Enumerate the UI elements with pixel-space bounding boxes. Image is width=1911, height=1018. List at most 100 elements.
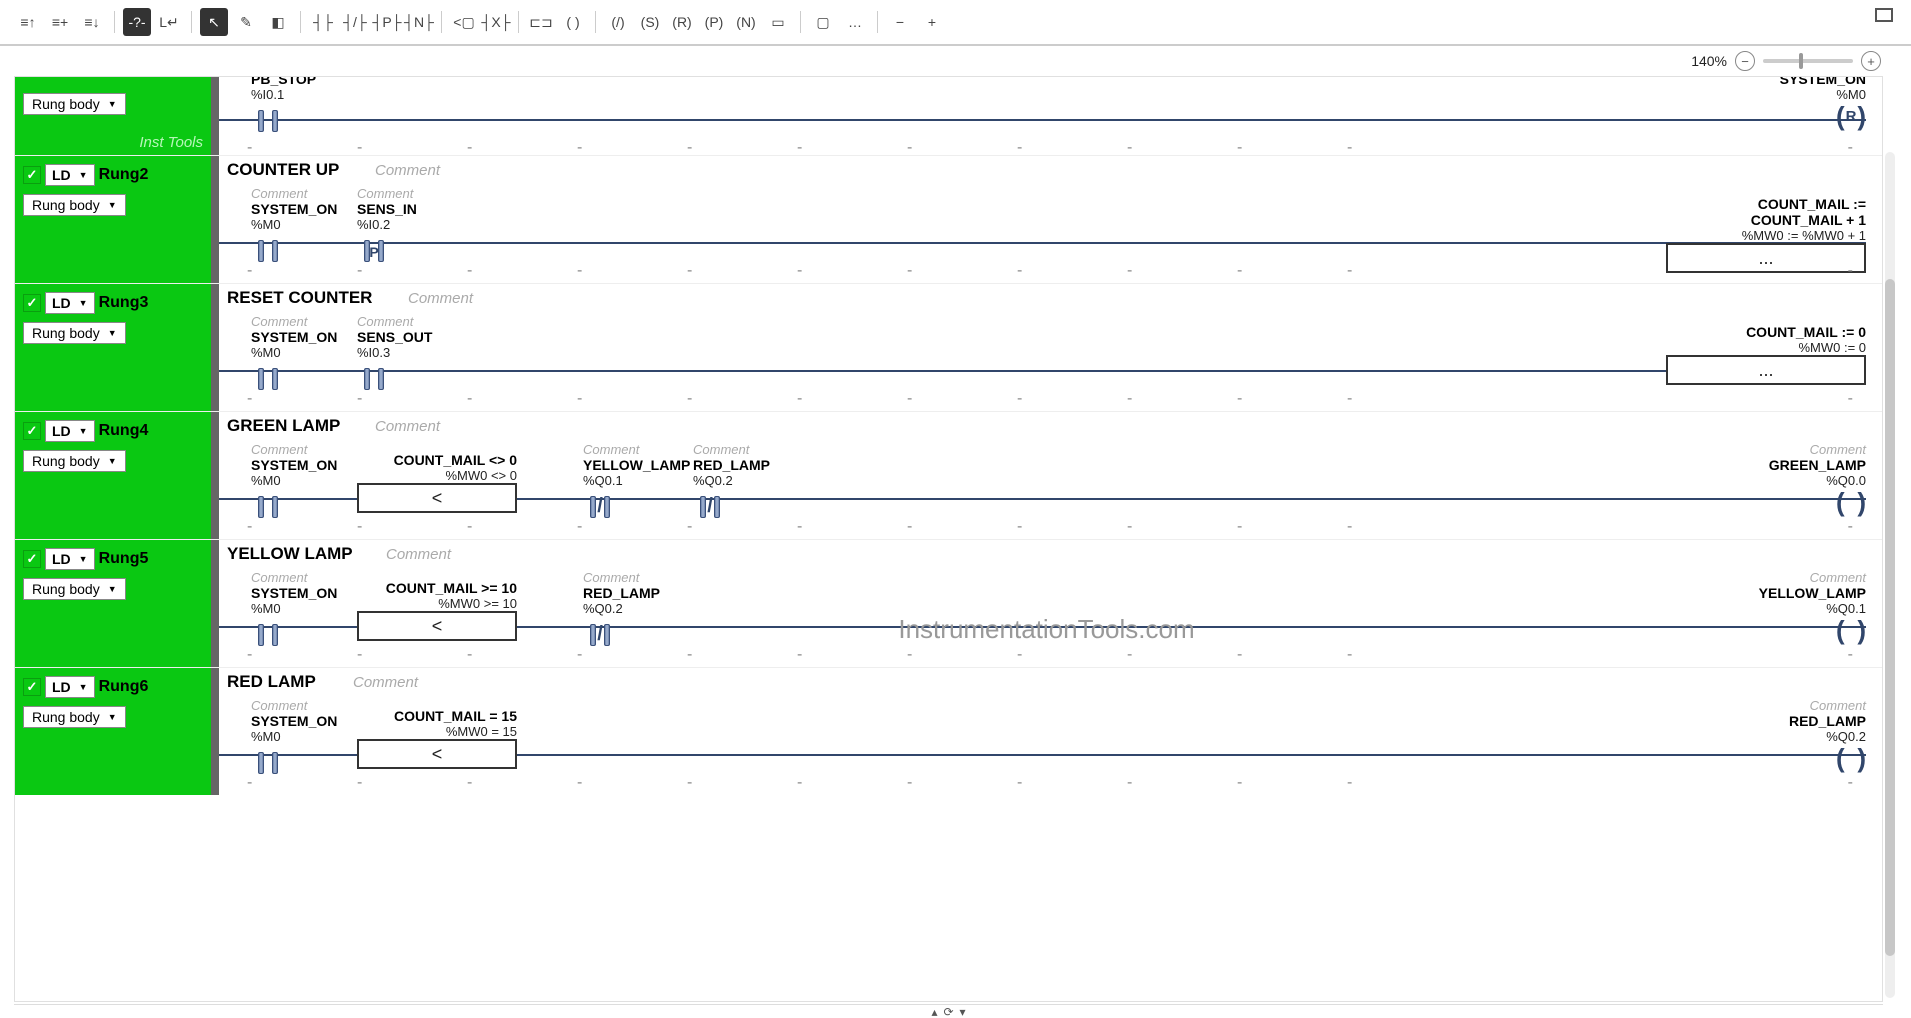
- comment-placeholder[interactable]: Comment: [251, 570, 337, 585]
- pointer-tool[interactable]: ↖: [200, 8, 228, 36]
- comment-placeholder[interactable]: Comment: [1756, 698, 1866, 713]
- rung-body-dropdown[interactable]: Rung body: [23, 450, 126, 472]
- scrollbar-thumb[interactable]: [1885, 279, 1895, 956]
- ladder-contact[interactable]: CommentSYSTEM_ON%M0: [251, 186, 337, 264]
- rung-body-dropdown[interactable]: Rung body: [23, 706, 126, 728]
- ladder-coil[interactable]: CommentGREEN_LAMP%Q0.0: [1756, 442, 1866, 514]
- rung-body-area[interactable]: RED LAMPCommentCommentSYSTEM_ON%M0COUNT_…: [211, 668, 1882, 795]
- comment-placeholder[interactable]: Comment: [357, 186, 417, 201]
- closed-contact[interactable]: ┤/├: [341, 8, 369, 36]
- ladder-contact[interactable]: PB_STOP%I0.1: [251, 76, 316, 134]
- element-label: COUNT_MAIL <> 0: [357, 452, 517, 468]
- compare-block[interactable]: <▢: [450, 8, 478, 36]
- chevron-up-icon[interactable]: ▴: [931, 1005, 937, 1018]
- neg-edge-coil[interactable]: (N): [732, 8, 760, 36]
- coil[interactable]: ( ): [559, 8, 587, 36]
- comment-placeholder[interactable]: Comment: [1756, 442, 1866, 457]
- ladder-coil[interactable]: CommentRED_LAMP%Q0.2: [1756, 698, 1866, 770]
- move-rung-up[interactable]: ≡↑: [14, 8, 42, 36]
- delete[interactable]: −: [886, 8, 914, 36]
- neg-edge-contact[interactable]: ┤N├: [405, 8, 433, 36]
- rung-section-title: RED LAMP: [227, 672, 316, 692]
- ladder-contact[interactable]: CommentSYSTEM_ON%M0: [251, 570, 337, 648]
- rung-enabled-checkbox[interactable]: ✓: [23, 166, 41, 184]
- comment-placeholder[interactable]: Comment: [251, 314, 337, 329]
- chevron-down-icon[interactable]: ▾: [960, 1005, 966, 1018]
- rung-section-comment[interactable]: Comment: [386, 546, 451, 563]
- language-dropdown[interactable]: LD: [45, 164, 95, 186]
- element-label: YELLOW_LAMP: [583, 457, 690, 473]
- comment-placeholder[interactable]: Comment: [357, 314, 432, 329]
- ladder-contact[interactable]: CommentSYSTEM_ON%M0: [251, 314, 337, 392]
- operation-block[interactable]: COUNT_MAIL := 0%MW0 := 0...: [1666, 324, 1866, 385]
- operation-block[interactable]: ▭: [764, 8, 792, 36]
- erase-tool[interactable]: ◧: [264, 8, 292, 36]
- language-dropdown[interactable]: LD: [45, 420, 95, 442]
- move-rung-down[interactable]: ≡↓: [78, 8, 106, 36]
- reset-coil[interactable]: (R): [668, 8, 696, 36]
- pos-edge-coil[interactable]: (P): [700, 8, 728, 36]
- ladder-contact[interactable]: CommentSYSTEM_ON%M0: [251, 698, 337, 776]
- rung-body-dropdown[interactable]: Rung body: [23, 322, 126, 344]
- operation-block[interactable]: COUNT_MAIL >= 10%MW0 >= 10<: [357, 580, 517, 641]
- rung-enabled-checkbox[interactable]: ✓: [23, 550, 41, 568]
- zoom-out-button[interactable]: −: [1735, 51, 1755, 71]
- neg-coil[interactable]: (/): [604, 8, 632, 36]
- rung-enabled-checkbox[interactable]: ✓: [23, 422, 41, 440]
- add[interactable]: +: [918, 8, 946, 36]
- refresh-icon[interactable]: ⟳: [943, 1005, 953, 1018]
- rung-enabled-checkbox[interactable]: ✓: [23, 678, 41, 696]
- pos-edge-contact[interactable]: ┤P├: [373, 8, 401, 36]
- rung-section-comment[interactable]: Comment: [408, 290, 473, 307]
- ladder-contact[interactable]: CommentSENS_IN%I0.2P: [357, 186, 417, 264]
- rung-body-dropdown[interactable]: Rung body: [23, 578, 126, 600]
- branch-tool[interactable]: ⊏⊐: [527, 8, 555, 36]
- function-block[interactable]: ▢: [809, 8, 837, 36]
- maximize-icon[interactable]: [1875, 8, 1893, 22]
- open-contact[interactable]: ┤├: [309, 8, 337, 36]
- comment-placeholder[interactable]: Comment: [251, 698, 337, 713]
- rung-enabled-checkbox[interactable]: ✓: [23, 294, 41, 312]
- rung-body-area[interactable]: RESET COUNTERCommentCommentSYSTEM_ON%M0C…: [211, 284, 1882, 411]
- open-contact-icon: [251, 746, 285, 776]
- zoom-in-button[interactable]: +: [1861, 51, 1881, 71]
- ladder-coil[interactable]: SYSTEM_ON%M0R: [1756, 76, 1866, 128]
- language-dropdown[interactable]: LD: [45, 676, 95, 698]
- element-address: %Q0.0: [1756, 473, 1866, 488]
- comment-placeholder[interactable]: Comment: [1756, 570, 1866, 585]
- rung-section-comment[interactable]: Comment: [353, 674, 418, 691]
- rung-section-comment[interactable]: Comment: [375, 418, 440, 435]
- sub-routine[interactable]: L↵: [155, 8, 183, 36]
- set-coil[interactable]: (S): [636, 8, 664, 36]
- operation-block[interactable]: COUNT_MAIL <> 0%MW0 <> 0<: [357, 452, 517, 513]
- ladder-contact[interactable]: CommentSENS_OUT%I0.3: [357, 314, 432, 392]
- ladder-contact[interactable]: CommentSYSTEM_ON%M0: [251, 442, 337, 520]
- rung-body-dropdown[interactable]: Rung body: [23, 194, 126, 216]
- language-dropdown[interactable]: LD: [45, 548, 95, 570]
- rung-wire: [219, 242, 1866, 244]
- ladder-coil[interactable]: CommentYELLOW_LAMP%Q0.1: [1756, 570, 1866, 642]
- rung-body-area[interactable]: PB_STOP%I0.1SYSTEM_ON%M0R------------: [211, 77, 1882, 155]
- ladder-contact[interactable]: CommentRED_LAMP%Q0.2: [583, 570, 660, 648]
- ladder-contact[interactable]: CommentRED_LAMP%Q0.2: [693, 442, 770, 520]
- operation-block[interactable]: COUNT_MAIL = 15%MW0 = 15<: [357, 708, 517, 769]
- rung-body-area[interactable]: GREEN LAMPCommentCommentSYSTEM_ON%M0COUN…: [211, 412, 1882, 539]
- xor-contact[interactable]: ┤X├: [482, 8, 510, 36]
- more[interactable]: …: [841, 8, 869, 36]
- rung-section-comment[interactable]: Comment: [375, 162, 440, 179]
- rung-body-area[interactable]: COUNTER UPCommentCommentSYSTEM_ON%M0Comm…: [211, 156, 1882, 283]
- zoom-slider[interactable]: [1763, 59, 1853, 63]
- branch-mode[interactable]: -?-: [123, 8, 151, 36]
- draw-tool[interactable]: ✎: [232, 8, 260, 36]
- add-rung[interactable]: ≡+: [46, 8, 74, 36]
- comment-placeholder[interactable]: Comment: [693, 442, 770, 457]
- comment-placeholder[interactable]: Comment: [251, 442, 337, 457]
- ladder-contact[interactable]: CommentYELLOW_LAMP%Q0.1: [583, 442, 690, 520]
- rung-body-dropdown[interactable]: Rung body: [23, 93, 126, 115]
- vertical-scrollbar[interactable]: [1885, 152, 1895, 998]
- rung-body-area[interactable]: YELLOW LAMPCommentInstrumentationTools.c…: [211, 540, 1882, 667]
- comment-placeholder[interactable]: Comment: [583, 570, 660, 585]
- comment-placeholder[interactable]: Comment: [251, 186, 337, 201]
- comment-placeholder[interactable]: Comment: [583, 442, 690, 457]
- language-dropdown[interactable]: LD: [45, 292, 95, 314]
